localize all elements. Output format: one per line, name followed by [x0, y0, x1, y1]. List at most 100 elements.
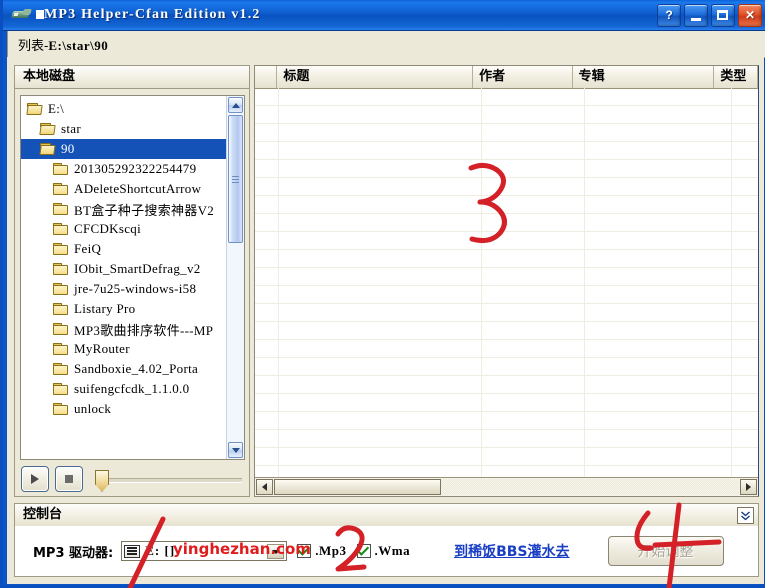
- mp3-checkbox[interactable]: .Mp3: [297, 542, 347, 559]
- scroll-up-button[interactable]: [228, 97, 243, 113]
- wma-checkbox-label: .Wma: [374, 543, 411, 558]
- check-icon: [297, 542, 310, 556]
- folder-icon: [53, 262, 70, 276]
- track-list-view[interactable]: 标题 作者 专辑 类型: [254, 65, 759, 497]
- track-list-body[interactable]: [255, 88, 758, 477]
- tree-item[interactable]: BT盒子种子搜索神器V2: [21, 199, 229, 219]
- client-area: 本地磁盘 E:\ star 90 201305292322254479 ADeleteS…: [7, 57, 764, 584]
- scroll-left-button[interactable]: [256, 479, 273, 495]
- folder-tree-list: E:\ star 90 201305292322254479 ADeleteShortc…: [21, 96, 244, 419]
- tree-item[interactable]: IObit_SmartDefrag_v2: [21, 259, 229, 279]
- wma-checkbox[interactable]: .Wma: [356, 542, 411, 559]
- close-button[interactable]: ✕: [738, 3, 762, 27]
- driver-value: E: []: [145, 543, 176, 558]
- tree-item-label: Listary Pro: [74, 301, 136, 316]
- path-text: 列表-E:\star\90: [18, 35, 108, 54]
- tree-item-label: E:\: [48, 101, 65, 116]
- hscroll-thumb[interactable]: [274, 479, 441, 495]
- dropdown-arrow-button[interactable]: [267, 544, 285, 559]
- folder-icon: [53, 302, 70, 316]
- tree-item[interactable]: Listary Pro: [21, 299, 229, 319]
- console-body: MP3 驱动器: E: [] .Mp3 .Wma 到稀饭BBS灌水去 开始调整: [15, 526, 758, 576]
- window-title-text: MP3 Helper-Cfan Edition v1.2: [44, 7, 261, 22]
- play-button[interactable]: [21, 466, 49, 492]
- tree-item[interactable]: 90: [21, 139, 244, 159]
- folder-icon: [53, 342, 70, 356]
- position-slider[interactable]: [89, 466, 244, 492]
- column-header[interactable]: 作者: [473, 66, 573, 88]
- folder-open-icon: [39, 142, 57, 156]
- tree-item[interactable]: 201305292322254479: [21, 159, 229, 179]
- wma-checkbox-box[interactable]: [356, 542, 371, 558]
- column-header[interactable]: 类型: [714, 66, 758, 88]
- tree-item-label: Sandboxie_4.02_Porta: [74, 361, 199, 376]
- track-list-horizontal-scrollbar[interactable]: [255, 477, 758, 496]
- path-value: E:\star\90: [48, 37, 109, 53]
- start-adjust-button[interactable]: 开始调整: [607, 536, 724, 566]
- help-icon: ?: [665, 8, 673, 22]
- scrollbar-grip-icon: [232, 175, 239, 183]
- mp3-checkbox-label: .Mp3: [315, 543, 347, 558]
- folder-icon: [53, 222, 70, 236]
- window-title: MP3 Helper-Cfan Edition v1.2: [36, 7, 261, 23]
- tree-item-label: CFCDKscqi: [74, 221, 141, 236]
- maximize-button[interactable]: [711, 3, 735, 27]
- folder-icon: [53, 362, 70, 376]
- tree-item[interactable]: FeiQ: [21, 239, 229, 259]
- chevron-right-icon: [746, 483, 751, 491]
- chevron-double-down-icon[interactable]: [737, 506, 754, 524]
- check-icon: [356, 542, 370, 556]
- column-header[interactable]: [255, 66, 278, 88]
- track-list-gridlines: [255, 88, 758, 477]
- tree-item-label: jre-7u25-windows-i58: [74, 281, 197, 296]
- folder-icon: [53, 382, 70, 396]
- stop-button[interactable]: [55, 466, 83, 492]
- column-divider: [584, 88, 585, 477]
- folder-icon: [53, 182, 70, 196]
- tree-item-label: suifengcfcdk_1.1.0.0: [74, 381, 190, 396]
- tree-item-label: MyRouter: [74, 341, 130, 356]
- path-label: 列表-: [18, 37, 49, 53]
- slider-thumb[interactable]: [95, 470, 109, 492]
- tree-item[interactable]: CFCDKscqi: [21, 219, 229, 239]
- tree-item[interactable]: star: [21, 119, 229, 139]
- close-icon: ✕: [744, 8, 756, 22]
- scroll-right-button[interactable]: [740, 479, 757, 495]
- console-title: 控制台: [23, 507, 63, 522]
- mp3-checkbox-box[interactable]: [297, 542, 312, 558]
- tree-item[interactable]: ADeleteShortcutArrow: [21, 179, 229, 199]
- minimize-button[interactable]: [684, 3, 708, 27]
- folder-tree[interactable]: E:\ star 90 201305292322254479 ADeleteShortc…: [20, 95, 245, 460]
- scroll-down-button[interactable]: [228, 442, 243, 458]
- driver-label: MP3 驱动器:: [33, 545, 114, 561]
- tree-item-label: star: [61, 121, 81, 136]
- track-list-header: 标题 作者 专辑 类型: [255, 66, 758, 89]
- column-divider: [481, 88, 482, 477]
- bbs-link[interactable]: 到稀饭BBS灌水去: [454, 541, 569, 561]
- folder-icon: [53, 162, 70, 176]
- hscroll-track[interactable]: [274, 479, 739, 495]
- tree-item-label: unlock: [74, 401, 112, 416]
- tree-item[interactable]: unlock: [21, 399, 229, 419]
- folder-icon: [53, 402, 70, 416]
- scrollbar-thumb[interactable]: [228, 115, 243, 243]
- column-header[interactable]: 标题: [277, 66, 474, 88]
- tree-item[interactable]: MyRouter: [21, 339, 229, 359]
- help-button[interactable]: ?: [657, 3, 681, 27]
- title-bar: MP3 Helper-Cfan Edition v1.2 ? ✕: [3, 0, 765, 31]
- column-divider: [731, 88, 732, 477]
- tree-item[interactable]: Sandboxie_4.02_Porta: [21, 359, 229, 379]
- chevron-up-icon: [231, 102, 240, 108]
- drive-icon: [124, 544, 141, 558]
- tree-item[interactable]: E:\: [21, 99, 229, 119]
- driver-select[interactable]: E: []: [121, 541, 288, 561]
- tree-item[interactable]: MP3歌曲排序软件---MP: [21, 319, 229, 339]
- tree-item[interactable]: suifengcfcdk_1.1.0.0: [21, 379, 229, 399]
- tree-item[interactable]: jre-7u25-windows-i58: [21, 279, 229, 299]
- folder-open-icon: [26, 102, 44, 116]
- application-window: MP3 Helper-Cfan Edition v1.2 ? ✕ 列表-E:\s…: [0, 0, 765, 588]
- play-icon: [31, 474, 39, 484]
- tree-vertical-scrollbar[interactable]: [226, 96, 244, 459]
- column-header[interactable]: 专辑: [572, 66, 715, 88]
- caption-buttons: ? ✕: [657, 3, 765, 27]
